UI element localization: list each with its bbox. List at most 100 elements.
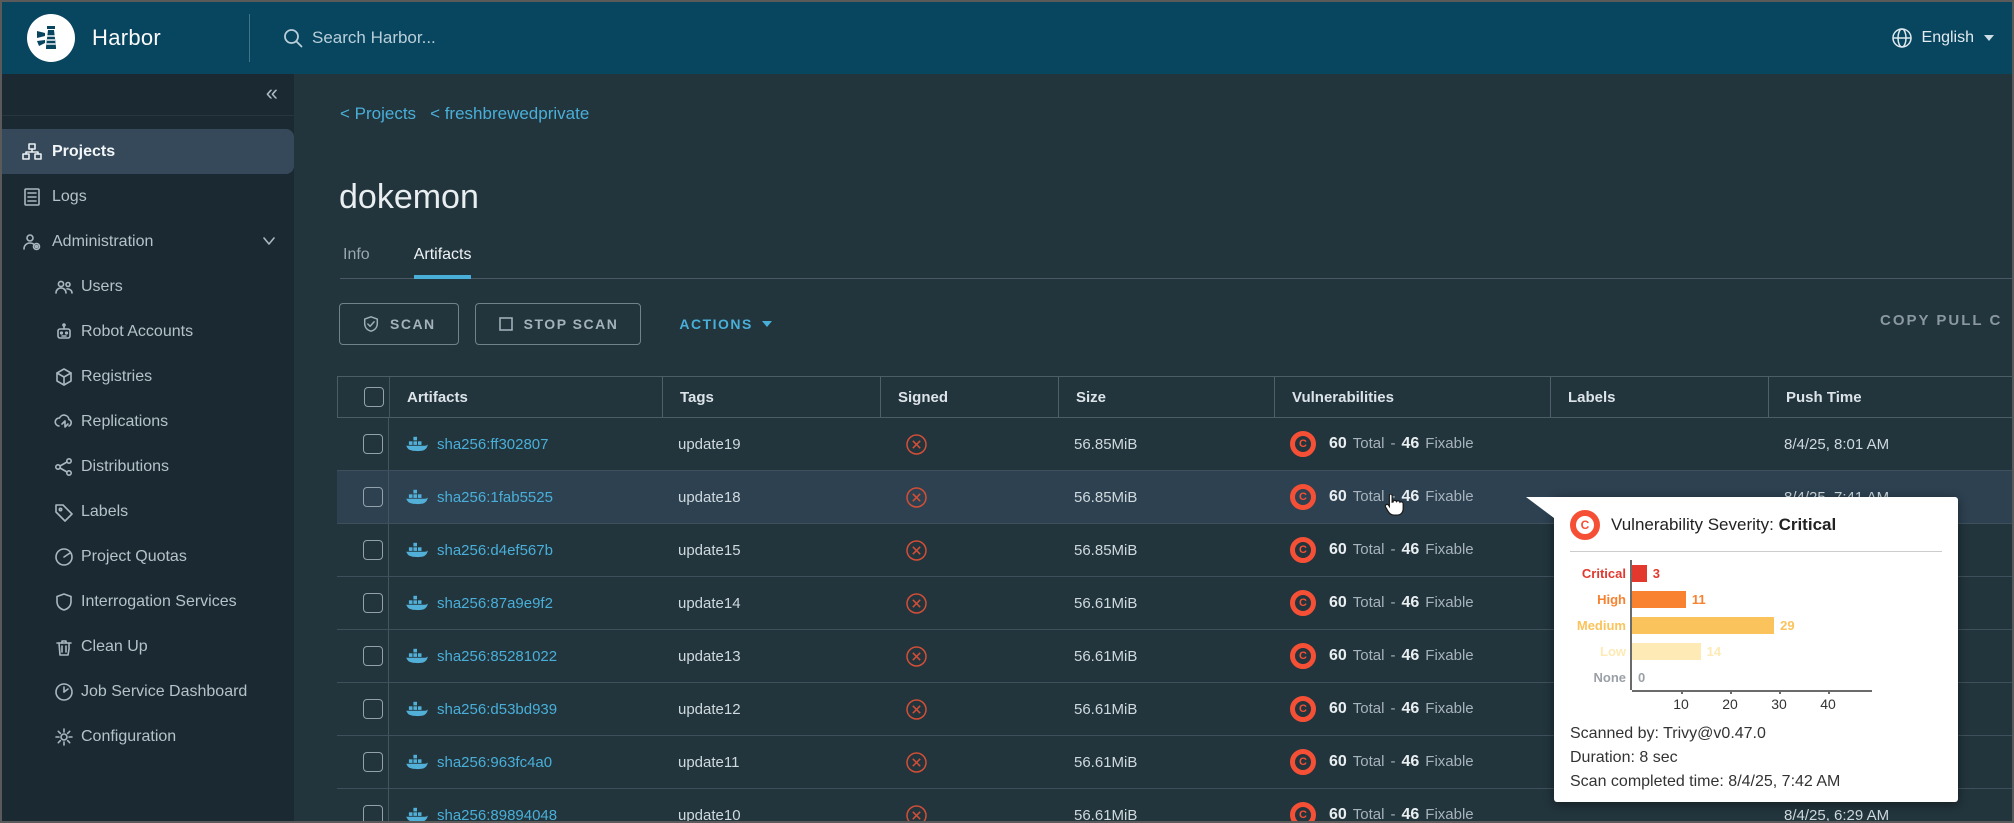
language-menu[interactable]: English <box>1890 2 1994 74</box>
breadcrumb-project-link[interactable]: < freshbrewedprivate <box>430 104 589 124</box>
artifact-link[interactable]: sha256:85281022 <box>437 648 557 665</box>
scan-completed-text: Scan completed time: 8/4/25, 7:42 AM <box>1570 770 1942 794</box>
artifact-link[interactable]: sha256:87a9e9f2 <box>437 595 553 612</box>
severity-badge-critical: C <box>1290 537 1316 563</box>
vulnerabilities-cell[interactable]: C 60 Total - 46 Fixable <box>1273 736 1549 788</box>
artifact-link[interactable]: sha256:ff302807 <box>437 436 549 453</box>
scan-duration-text: Duration: 8 sec <box>1570 746 1942 770</box>
table-row[interactable]: sha256:ff302807 update19 56.85MiB C <box>337 418 2014 471</box>
sidebar-item-job-service-dashboard[interactable]: Job Service Dashboard <box>2 669 294 714</box>
vuln-dash: - <box>1390 806 1395 823</box>
row-checkbox[interactable] <box>363 434 383 454</box>
size-cell: 56.61MiB <box>1057 683 1273 735</box>
not-signed-icon <box>905 645 928 668</box>
severity-bar <box>1632 565 1647 582</box>
vuln-fixable-label: Fixable <box>1425 488 1473 505</box>
sidebar: « Projects Logs Administration Users Rob… <box>2 74 294 821</box>
lighthouse-icon <box>34 21 68 55</box>
vulnerabilities-cell[interactable]: C 60 Total - 46 Fixable <box>1273 630 1549 682</box>
artifact-link[interactable]: sha256:d53bd939 <box>437 701 557 718</box>
row-checkbox[interactable] <box>363 593 383 613</box>
not-signed-icon <box>905 804 928 823</box>
sidebar-item-projects[interactable]: Projects <box>2 129 294 174</box>
severity-value: Critical <box>1779 515 1837 534</box>
severity-label: Medium <box>1570 618 1626 633</box>
vulnerabilities-cell[interactable]: C 60 Total - 46 Fixable <box>1273 418 1549 470</box>
vuln-total-label: Total <box>1353 435 1385 452</box>
row-checkbox[interactable] <box>363 646 383 666</box>
sidebar-item-users[interactable]: Users <box>2 264 294 309</box>
size-cell: 56.61MiB <box>1057 577 1273 629</box>
brand-title: Harbor <box>92 2 161 74</box>
select-all-checkbox[interactable] <box>364 387 384 407</box>
dashboard-icon <box>54 682 74 702</box>
sidebar-item-administration[interactable]: Administration <box>2 219 294 264</box>
vuln-dash: - <box>1390 753 1395 770</box>
artifact-link[interactable]: sha256:963fc4a0 <box>437 754 552 771</box>
sidebar-item-distributions[interactable]: Distributions <box>2 444 294 489</box>
tooltip-arrow <box>1526 497 1558 521</box>
tab-artifacts[interactable]: Artifacts <box>414 246 472 279</box>
search-input[interactable] <box>312 28 832 48</box>
row-checkbox[interactable] <box>363 487 383 507</box>
toolbar: SCAN STOP SCAN ACTIONS <box>339 303 772 345</box>
stop-scan-button[interactable]: STOP SCAN <box>475 303 642 345</box>
severity-bar <box>1632 591 1686 608</box>
vulnerabilities-cell[interactable]: C 60 Total - 46 Fixable <box>1273 524 1549 576</box>
push-time-cell: 8/4/25, 8:01 AM <box>1767 418 2014 470</box>
artifact-link[interactable]: sha256:d4ef567b <box>437 542 553 559</box>
artifact-link[interactable]: sha256:1fab5525 <box>437 489 553 506</box>
row-checkbox[interactable] <box>363 699 383 719</box>
column-header-vulnerabilities: Vulnerabilities <box>1274 377 1550 417</box>
vuln-total-label: Total <box>1353 488 1385 505</box>
vuln-fixable-count: 46 <box>1401 753 1419 771</box>
column-header-push-time: Push Time <box>1768 377 2014 417</box>
sidebar-item-configuration[interactable]: Configuration <box>2 714 294 759</box>
column-header-artifacts: Artifacts <box>389 377 662 417</box>
chevron-down-icon <box>762 321 772 327</box>
docker-whale-icon <box>406 541 428 559</box>
row-checkbox[interactable] <box>363 540 383 560</box>
logs-icon <box>22 187 42 207</box>
vuln-total-count: 60 <box>1329 488 1347 506</box>
trash-icon <box>54 637 74 657</box>
tag-cell: update10 <box>661 789 879 823</box>
sidebar-item-interrogation-services[interactable]: Interrogation Services <box>2 579 294 624</box>
vuln-fixable-count: 46 <box>1401 541 1419 559</box>
harbor-window: Harbor English « Projects <box>0 0 2014 823</box>
sidebar-item-logs[interactable]: Logs <box>2 174 294 219</box>
vulnerabilities-cell[interactable]: C 60 Total - 46 Fixable <box>1273 577 1549 629</box>
quota-icon <box>54 547 74 567</box>
language-label: English <box>1922 29 1974 47</box>
actions-menu-button[interactable]: ACTIONS <box>679 316 772 332</box>
row-checkbox[interactable] <box>363 752 383 772</box>
scan-button[interactable]: SCAN <box>339 303 459 345</box>
vuln-total-count: 60 <box>1329 647 1347 665</box>
sidebar-item-robot-accounts[interactable]: Robot Accounts <box>2 309 294 354</box>
vulnerabilities-cell[interactable]: C 60 Total - 46 Fixable <box>1273 683 1549 735</box>
vuln-total-label: Total <box>1353 753 1385 770</box>
severity-bar <box>1632 617 1774 634</box>
artifact-link[interactable]: sha256:89894048 <box>437 807 557 823</box>
sidebar-item-registries[interactable]: Registries <box>2 354 294 399</box>
row-checkbox[interactable] <box>363 805 383 823</box>
not-signed-icon <box>905 433 928 456</box>
tab-info[interactable]: Info <box>343 246 370 279</box>
sidebar-item-project-quotas[interactable]: Project Quotas <box>2 534 294 579</box>
docker-whale-icon <box>406 647 428 665</box>
vulnerabilities-cell[interactable]: C 60 Total - 46 Fixable <box>1273 789 1549 823</box>
shield-check-icon <box>362 315 380 333</box>
docker-whale-icon <box>406 594 428 612</box>
sidebar-item-labels[interactable]: Labels <box>2 489 294 534</box>
chevron-down-icon <box>262 233 276 251</box>
sidebar-collapse-icon[interactable]: « <box>266 80 278 106</box>
vuln-dash: - <box>1390 488 1395 505</box>
breadcrumb-projects-link[interactable]: < Projects <box>340 104 416 124</box>
sidebar-item-clean-up[interactable]: Clean Up <box>2 624 294 669</box>
scanned-by-text: Scanned by: Trivy@v0.47.0 <box>1570 722 1942 746</box>
copy-pull-command-button[interactable]: COPY PULL C <box>1880 312 2002 329</box>
column-header-size: Size <box>1058 377 1274 417</box>
sidebar-item-replications[interactable]: Replications <box>2 399 294 444</box>
harbor-logo[interactable] <box>27 14 75 62</box>
vulnerabilities-cell[interactable]: C 60 Total - 46 Fixable <box>1273 471 1549 523</box>
